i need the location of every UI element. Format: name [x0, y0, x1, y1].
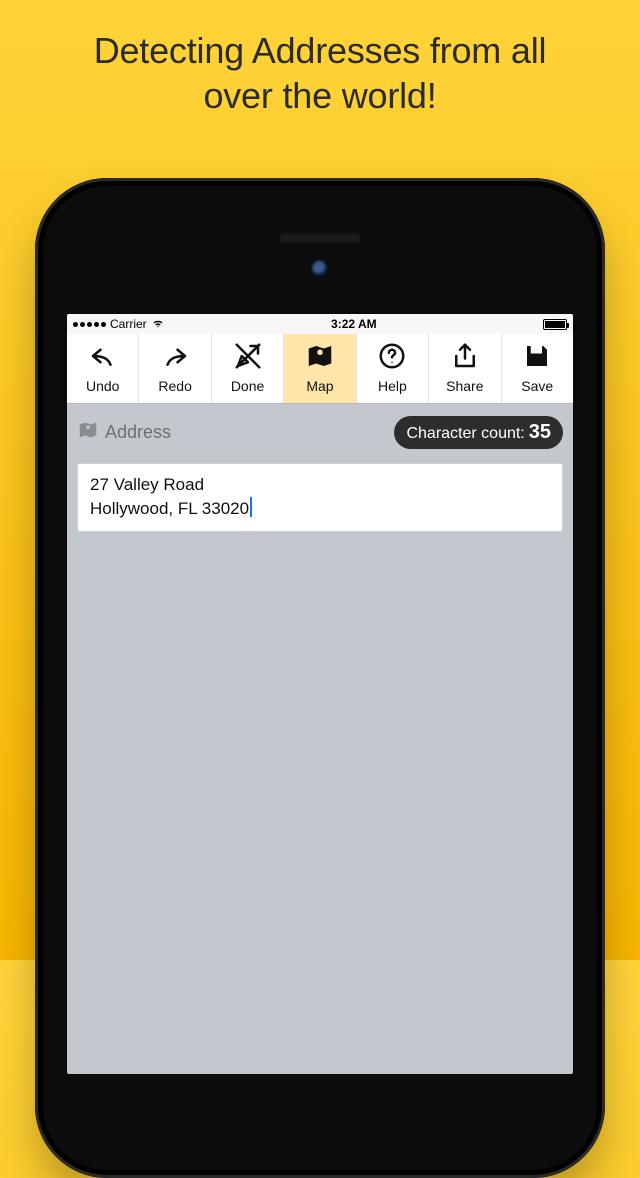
- promo-headline: Detecting Addresses from all over the wo…: [0, 0, 640, 118]
- undo-button[interactable]: Undo: [67, 334, 139, 403]
- redo-button[interactable]: Redo: [139, 334, 211, 403]
- promo-headline-line1: Detecting Addresses from all: [94, 30, 547, 71]
- undo-label: Undo: [86, 378, 119, 394]
- signal-strength-icon: [73, 322, 106, 327]
- address-line2: Hollywood, FL 33020: [90, 499, 249, 518]
- wifi-icon: [151, 316, 165, 333]
- address-line1: 27 Valley Road: [90, 475, 204, 494]
- section-label-text: Address: [105, 422, 171, 443]
- done-icon: [233, 341, 263, 374]
- redo-icon: [160, 341, 190, 374]
- map-pin-icon: [77, 419, 99, 446]
- meta-row: Address Character count: 35: [67, 404, 573, 459]
- map-label: Map: [306, 378, 333, 394]
- toolbar: Undo Redo Done Map: [67, 334, 573, 404]
- status-bar: Carrier 3:22 AM: [67, 314, 573, 334]
- map-button[interactable]: Map: [284, 334, 356, 403]
- phone-screen: Carrier 3:22 AM Undo R: [67, 314, 573, 1074]
- undo-icon: [88, 341, 118, 374]
- save-button[interactable]: Save: [502, 334, 573, 403]
- char-count-pill: Character count: 35: [394, 416, 563, 449]
- char-count-label: Character count:: [406, 425, 524, 443]
- address-input[interactable]: 27 Valley Road Hollywood, FL 33020: [77, 463, 563, 532]
- text-caret: [250, 497, 252, 517]
- redo-label: Redo: [158, 378, 191, 394]
- char-count-value: 35: [529, 421, 551, 444]
- share-icon: [450, 341, 480, 374]
- battery-icon: [543, 319, 567, 330]
- help-label: Help: [378, 378, 407, 394]
- help-icon: [377, 341, 407, 374]
- share-label: Share: [446, 378, 483, 394]
- save-label: Save: [521, 378, 553, 394]
- section-label: Address: [77, 419, 171, 446]
- save-icon: [522, 341, 552, 374]
- done-label: Done: [231, 378, 264, 394]
- phone-frame: Carrier 3:22 AM Undo R: [35, 178, 605, 1178]
- map-icon: [305, 341, 335, 374]
- carrier-label: Carrier: [110, 317, 147, 331]
- status-time: 3:22 AM: [331, 317, 377, 331]
- phone-speaker: [278, 232, 362, 244]
- help-button[interactable]: Help: [357, 334, 429, 403]
- phone-camera: [311, 260, 329, 278]
- promo-headline-line2: over the world!: [203, 75, 436, 116]
- share-button[interactable]: Share: [429, 334, 501, 403]
- done-button[interactable]: Done: [212, 334, 284, 403]
